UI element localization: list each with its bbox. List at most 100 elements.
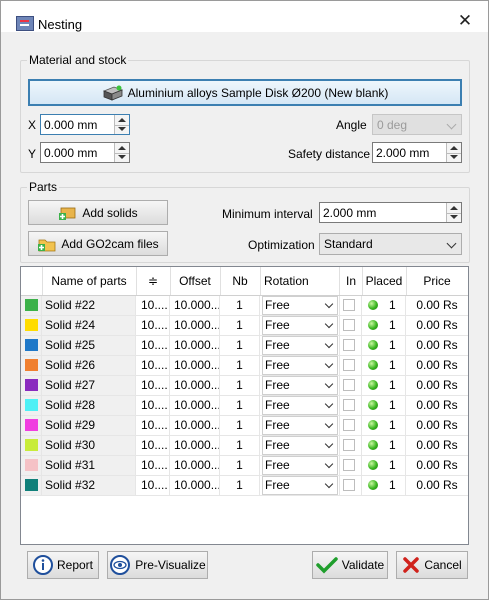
nb-cell[interactable]: 1 [220,316,260,335]
spacing-cell[interactable]: 10.... [136,396,170,415]
in-cell[interactable] [340,296,362,315]
rotation-select[interactable]: Free [262,356,338,375]
offset-cell[interactable]: 10.000... [170,416,220,435]
color-cell[interactable] [21,416,42,435]
in-checkbox[interactable] [343,419,355,431]
x-spinner[interactable] [114,115,129,134]
offset-cell[interactable]: 10.000... [170,356,220,375]
color-cell[interactable] [21,376,42,395]
offset-cell[interactable]: 10.000... [170,316,220,335]
rotation-cell[interactable]: Free [260,476,340,495]
safety-distance-field[interactable]: 2.000 mm [372,142,462,163]
minimum-interval-spinner[interactable] [446,203,461,222]
nb-cell[interactable]: 1 [220,376,260,395]
in-checkbox[interactable] [343,339,355,351]
safety-spinner[interactable] [446,143,461,162]
spacing-cell[interactable]: 10.... [136,476,170,495]
stock-material-button[interactable]: Aluminium alloys Sample Disk Ø200 (New b… [28,79,462,106]
table-row[interactable]: Solid #32 10.... 10.000... 1 Free 1 0.00 Rs [21,476,468,496]
spacing-cell[interactable]: 10.... [136,456,170,475]
in-checkbox[interactable] [343,399,355,411]
color-cell[interactable] [21,396,42,415]
rotation-cell[interactable]: Free [260,396,340,415]
rotation-select[interactable]: Free [262,416,338,435]
color-cell[interactable] [21,356,42,375]
rotation-select[interactable]: Free [262,456,338,475]
part-color-swatch[interactable] [25,479,38,491]
offset-cell[interactable]: 10.000... [170,396,220,415]
color-cell[interactable] [21,296,42,315]
in-cell[interactable] [340,336,362,355]
in-cell[interactable] [340,396,362,415]
rotation-cell[interactable]: Free [260,376,340,395]
color-cell[interactable] [21,456,42,475]
spacing-cell[interactable]: 10.... [136,436,170,455]
add-go2cam-files-button[interactable]: Add GO2cam files [28,231,168,256]
color-cell[interactable] [21,336,42,355]
in-checkbox[interactable] [343,359,355,371]
table-row[interactable]: Solid #24 10.... 10.000... 1 Free 1 0.00 Rs [21,316,468,336]
table-row[interactable]: Solid #29 10.... 10.000... 1 Free 1 0.00 Rs [21,416,468,436]
minimum-interval-field[interactable]: 2.000 mm [319,202,462,223]
parts-table[interactable]: Name of parts ≑ Offset Nb Rotation In Pl… [20,266,469,545]
close-icon[interactable]: ✕ [453,11,477,31]
table-row[interactable]: Solid #26 10.... 10.000... 1 Free 1 0.00 Rs [21,356,468,376]
y-spinner[interactable] [114,143,129,162]
rotation-select[interactable]: Free [262,376,338,395]
placed-column-header[interactable]: Placed [362,267,407,295]
part-color-swatch[interactable] [25,439,38,451]
in-checkbox[interactable] [343,299,355,311]
nb-cell[interactable]: 1 [220,356,260,375]
table-row[interactable]: Solid #30 10.... 10.000... 1 Free 1 0.00 Rs [21,436,468,456]
table-row[interactable]: Solid #25 10.... 10.000... 1 Free 1 0.00 Rs [21,336,468,356]
nb-column-header[interactable]: Nb [220,267,261,295]
offset-cell[interactable]: 10.000... [170,376,220,395]
offset-cell[interactable]: 10.000... [170,456,220,475]
validate-button[interactable]: Validate [312,551,388,579]
spacing-cell[interactable]: 10.... [136,416,170,435]
in-cell[interactable] [340,356,362,375]
color-cell[interactable] [21,436,42,455]
x-position-field[interactable]: 0.000 mm [40,114,130,135]
rotation-cell[interactable]: Free [260,296,340,315]
in-cell[interactable] [340,476,362,495]
rotation-cell[interactable]: Free [260,336,340,355]
nb-cell[interactable]: 1 [220,436,260,455]
rotation-cell[interactable]: Free [260,436,340,455]
pre-visualize-button[interactable]: Pre-Visualize [107,551,208,579]
rotation-select[interactable]: Free [262,296,338,315]
cancel-button[interactable]: Cancel [396,551,468,579]
rotation-column-header[interactable]: Rotation [260,267,340,295]
add-solids-button[interactable]: Add solids [28,200,168,225]
name-column-header[interactable]: Name of parts [42,267,137,295]
part-color-swatch[interactable] [25,399,38,411]
report-button[interactable]: Report [27,551,99,579]
rotation-cell[interactable]: Free [260,416,340,435]
in-cell[interactable] [340,316,362,335]
offset-column-header[interactable]: Offset [170,267,221,295]
rotation-select[interactable]: Free [262,396,338,415]
rotation-select[interactable]: Free [262,436,338,455]
part-color-swatch[interactable] [25,419,38,431]
table-row[interactable]: Solid #28 10.... 10.000... 1 Free 1 0.00 Rs [21,396,468,416]
rotation-cell[interactable]: Free [260,316,340,335]
in-checkbox[interactable] [343,379,355,391]
spacing-cell[interactable]: 10.... [136,296,170,315]
spacing-column-header[interactable]: ≑ [136,267,171,295]
in-column-header[interactable]: In [340,267,363,295]
rotation-select[interactable]: Free [262,316,338,335]
in-cell[interactable] [340,436,362,455]
nb-cell[interactable]: 1 [220,296,260,315]
spacing-cell[interactable]: 10.... [136,356,170,375]
table-row[interactable]: Solid #27 10.... 10.000... 1 Free 1 0.00 Rs [21,376,468,396]
part-color-swatch[interactable] [25,319,38,331]
in-cell[interactable] [340,376,362,395]
part-color-swatch[interactable] [25,459,38,471]
spacing-cell[interactable]: 10.... [136,376,170,395]
part-color-swatch[interactable] [25,379,38,391]
optimization-select[interactable]: Standard [319,233,462,255]
in-checkbox[interactable] [343,479,355,491]
angle-select[interactable]: 0 deg [372,114,462,135]
nb-cell[interactable]: 1 [220,396,260,415]
part-color-swatch[interactable] [25,359,38,371]
